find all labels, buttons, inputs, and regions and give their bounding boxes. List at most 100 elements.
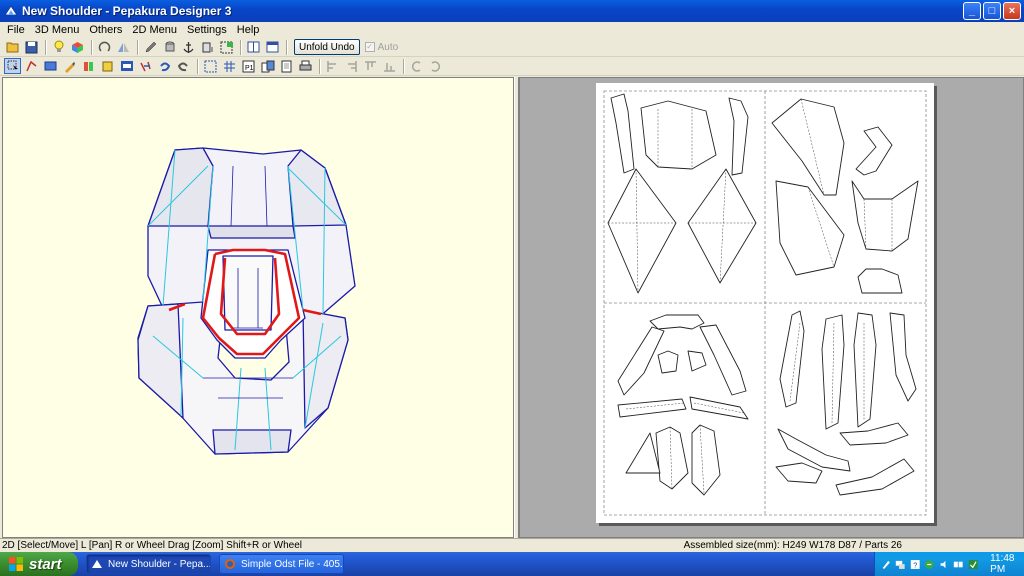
windows-logo-icon bbox=[9, 557, 23, 571]
windows-taskbar: start New Shoulder - Pepa... Simple Odst… bbox=[0, 552, 1024, 576]
image-button[interactable] bbox=[118, 58, 135, 74]
zoom-fit-button[interactable] bbox=[202, 58, 219, 74]
rotate-left-button[interactable] bbox=[408, 58, 425, 74]
pen-icon[interactable] bbox=[881, 558, 891, 571]
redo-button[interactable] bbox=[175, 58, 192, 74]
join-edge-icon bbox=[26, 60, 37, 71]
rotate-icon bbox=[98, 41, 111, 52]
rotate-button[interactable] bbox=[96, 39, 113, 55]
toolbar-separator bbox=[403, 58, 405, 74]
taskbar-item-pepakura[interactable]: New Shoulder - Pepa... bbox=[86, 554, 211, 574]
menu-bar: File 3D Menu Others 2D Menu Settings Hel… bbox=[0, 22, 1024, 38]
cylinder-button[interactable] bbox=[161, 39, 178, 55]
window-view-button[interactable] bbox=[245, 39, 262, 55]
undo-button[interactable] bbox=[156, 58, 173, 74]
network-icon[interactable] bbox=[895, 558, 906, 571]
volume-icon[interactable] bbox=[939, 558, 949, 571]
menu-settings[interactable]: Settings bbox=[182, 24, 232, 36]
pepakura-app-icon bbox=[4, 5, 18, 16]
page-number-button[interactable]: P1 bbox=[240, 58, 257, 74]
print-page-sheet[interactable] bbox=[596, 83, 934, 523]
firefox-icon bbox=[225, 559, 235, 569]
shoulder-armor-3d-model[interactable] bbox=[3, 78, 514, 538]
select-parts-button[interactable] bbox=[218, 39, 235, 55]
box-icon bbox=[202, 42, 213, 52]
folder-open-icon bbox=[6, 42, 18, 53]
print-preview-button[interactable] bbox=[278, 58, 295, 74]
rotate-right-button[interactable] bbox=[427, 58, 444, 74]
parts-icon bbox=[102, 61, 113, 71]
maximize-button[interactable]: □ bbox=[983, 2, 1001, 20]
select-parts-icon bbox=[220, 41, 233, 53]
light-button[interactable] bbox=[50, 39, 67, 55]
flip-icon bbox=[118, 42, 129, 52]
clock[interactable]: 11:48 PM bbox=[990, 553, 1024, 575]
text-button[interactable] bbox=[137, 58, 154, 74]
align-right-button[interactable] bbox=[343, 58, 360, 74]
auto-label: Auto bbox=[377, 41, 399, 53]
minimize-button[interactable]: _ bbox=[963, 2, 981, 20]
edit-button[interactable] bbox=[142, 39, 159, 55]
align-bottom-button[interactable] bbox=[381, 58, 398, 74]
select-move-button[interactable] bbox=[4, 58, 21, 74]
anchor-button[interactable] bbox=[180, 39, 197, 55]
auto-checkbox: ✓ Auto bbox=[364, 41, 399, 53]
paint-brush-icon bbox=[65, 61, 75, 73]
align-top-button[interactable] bbox=[362, 58, 379, 74]
align-right-icon bbox=[348, 60, 357, 72]
zoom-fit-icon bbox=[204, 60, 217, 72]
unfolded-parts-layout[interactable] bbox=[596, 83, 934, 523]
split-button[interactable] bbox=[80, 58, 97, 74]
connection-icon[interactable] bbox=[953, 558, 963, 571]
flip-button[interactable] bbox=[115, 39, 132, 55]
svg-text:P1: P1 bbox=[245, 65, 254, 72]
3d-view-panel[interactable] bbox=[2, 77, 514, 538]
antivirus-icon[interactable] bbox=[968, 558, 978, 571]
undo-arrow-icon bbox=[160, 62, 171, 71]
status-assembled-size: Assembled size(mm): H249 W178 D87 / Part… bbox=[683, 540, 902, 551]
menu-file[interactable]: File bbox=[2, 24, 30, 36]
title-bar[interactable]: New Shoulder - Pepakura Designer 3 _ □ × bbox=[0, 0, 1024, 22]
open-button[interactable] bbox=[4, 39, 21, 55]
image-icon bbox=[120, 61, 133, 71]
layout-button[interactable] bbox=[221, 58, 238, 74]
text-tool-icon bbox=[140, 61, 151, 71]
start-label: start bbox=[29, 555, 62, 573]
save-button[interactable] bbox=[23, 39, 40, 55]
toolbar-separator bbox=[197, 58, 199, 74]
taskbar-item-firefox[interactable]: Simple Odst File - 405... bbox=[219, 554, 344, 574]
safely-remove-icon[interactable] bbox=[924, 558, 935, 571]
toolbar-separator bbox=[91, 39, 93, 55]
help-icon[interactable]: ? bbox=[910, 558, 920, 571]
texture-button[interactable] bbox=[69, 39, 86, 55]
box-button[interactable] bbox=[199, 39, 216, 55]
start-button[interactable]: start bbox=[0, 552, 78, 576]
page-settings-button[interactable] bbox=[259, 58, 276, 74]
close-button[interactable]: × bbox=[1003, 2, 1021, 20]
align-bottom-icon bbox=[384, 62, 395, 72]
unfold-undo-button[interactable]: Unfold Undo bbox=[294, 39, 360, 55]
join-edge-button[interactable] bbox=[23, 58, 40, 74]
page-number-icon: P1 bbox=[242, 60, 255, 72]
flap-button[interactable] bbox=[42, 58, 59, 74]
print-button[interactable] bbox=[297, 58, 314, 74]
2d-view-panel[interactable] bbox=[519, 77, 1024, 538]
printer-icon bbox=[299, 60, 312, 70]
pencil-icon bbox=[145, 41, 157, 52]
toolbar-separator bbox=[45, 39, 47, 55]
task-label: New Shoulder - Pepa... bbox=[108, 558, 211, 570]
align-left-button[interactable] bbox=[324, 58, 341, 74]
menu-2d[interactable]: 2D Menu bbox=[127, 24, 182, 36]
window-controls: _ □ × bbox=[963, 2, 1021, 20]
window-single-button[interactable] bbox=[264, 39, 281, 55]
menu-help[interactable]: Help bbox=[232, 24, 265, 36]
check-mark-icon: ✓ bbox=[364, 42, 375, 52]
window-single-icon bbox=[266, 41, 279, 53]
system-tray: ? 11:48 PM bbox=[874, 552, 1024, 576]
toolbar-separator bbox=[240, 39, 242, 55]
menu-3d[interactable]: 3D Menu bbox=[30, 24, 85, 36]
parts-button[interactable] bbox=[99, 58, 116, 74]
menu-others[interactable]: Others bbox=[84, 24, 127, 36]
rotate-left-icon bbox=[411, 60, 421, 72]
paint-button[interactable] bbox=[61, 58, 78, 74]
